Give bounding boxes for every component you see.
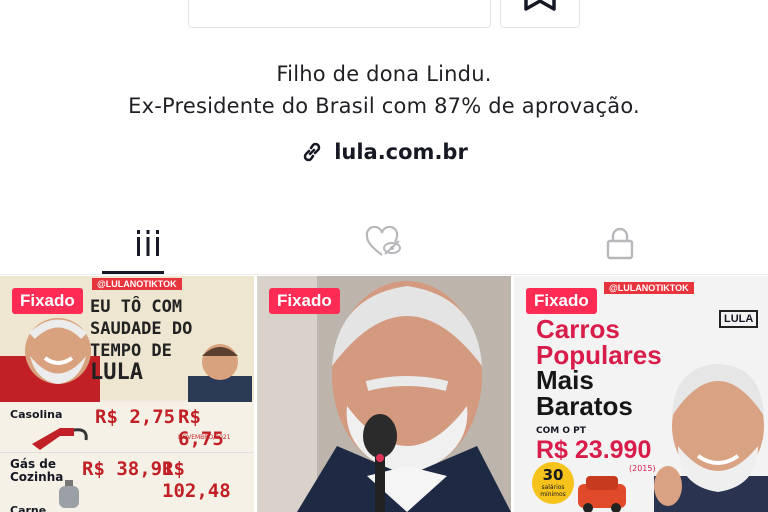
bio-line-1: Filho de dona Lindu. <box>276 62 492 86</box>
fuel-nozzle-icon <box>32 428 88 450</box>
tile3-headline-line: Carros <box>536 314 620 344</box>
tile3-handle: @LULANOTIKTOK <box>604 282 694 294</box>
tab-videos[interactable] <box>20 212 276 274</box>
gas-cylinder-icon <box>59 480 79 508</box>
tile1-headline-line: EU TÔ COM <box>90 297 183 317</box>
tile3-headline-line: Mais <box>536 365 594 395</box>
liked-hidden-icon <box>365 226 401 256</box>
tab-liked[interactable] <box>256 212 512 274</box>
video-grid: @LULANOTIKTOK EU TÔ COM SAUDADE DO TEMPO… <box>0 276 768 512</box>
bookmark-button[interactable] <box>500 0 580 28</box>
tile1-divider <box>0 452 254 453</box>
video-tile-2[interactable]: Fixado <box>257 276 511 512</box>
grid-icon <box>137 230 159 256</box>
pinned-badge: Fixado <box>526 288 597 314</box>
lock-icon <box>606 227 634 260</box>
pinned-badge: Fixado <box>269 288 340 314</box>
tile3-sub: COM O PT <box>536 426 586 436</box>
tile3-price: R$ 23.990 <box>536 436 652 464</box>
tile1-date: NOVEMBRO/2021 <box>178 434 231 441</box>
tile1-row-label: Carne <box>10 504 47 512</box>
tile3-year: (2015) <box>629 464 656 473</box>
profile-link[interactable]: lula.com.br <box>0 140 768 164</box>
tile1-handle: @LULANOTIKTOK <box>92 278 182 290</box>
bookmark-icon <box>524 0 556 11</box>
tile3-logo: LULA <box>719 310 759 328</box>
tile3-salary-text: salários mínimos <box>540 484 566 498</box>
pinned-badge: Fixado <box>12 288 83 314</box>
tile3-salary-number: 30 <box>542 466 564 484</box>
tab-private[interactable] <box>492 212 748 274</box>
tile1-price-then: R$ 2,75 <box>95 406 176 428</box>
tile3-salary-badge: 30 salários mínimos <box>532 462 574 504</box>
profile-tabs <box>0 212 768 275</box>
tile1-price-then: R$ 38,91 <box>82 458 174 480</box>
active-tab-indicator <box>102 271 164 274</box>
tile1-price-now: R$ 6,75 <box>178 406 224 450</box>
tile1-row-label: Casolina <box>10 408 63 421</box>
video-tile-1[interactable]: @LULANOTIKTOK EU TÔ COM SAUDADE DO TEMPO… <box>0 276 254 512</box>
tile3-headline-line: Baratos <box>536 391 633 421</box>
tile3-headline-black: Mais Baratos <box>536 367 633 419</box>
tile1-price-now: R$ 102,48 <box>162 458 231 502</box>
profile-link-text[interactable]: lula.com.br <box>334 140 468 164</box>
tile1-price-table: Casolina R$ 2,75 R$ 6,75 NOVEMBRO/2021 G… <box>0 402 254 512</box>
car-icon <box>578 476 626 512</box>
link-icon <box>303 142 321 162</box>
bio-line-2: Ex-Presidente do Brasil com 87% de aprov… <box>128 94 640 118</box>
video-tile-3[interactable]: @LULANOTIKTOK LULA Carros Populares Mais… <box>514 276 768 512</box>
lula-smiling-icon <box>654 364 768 512</box>
tile3-headline-red: Carros Populares <box>536 316 662 368</box>
bolsonaro-cartoon-icon <box>188 344 252 402</box>
edit-profile-button[interactable] <box>188 0 491 28</box>
